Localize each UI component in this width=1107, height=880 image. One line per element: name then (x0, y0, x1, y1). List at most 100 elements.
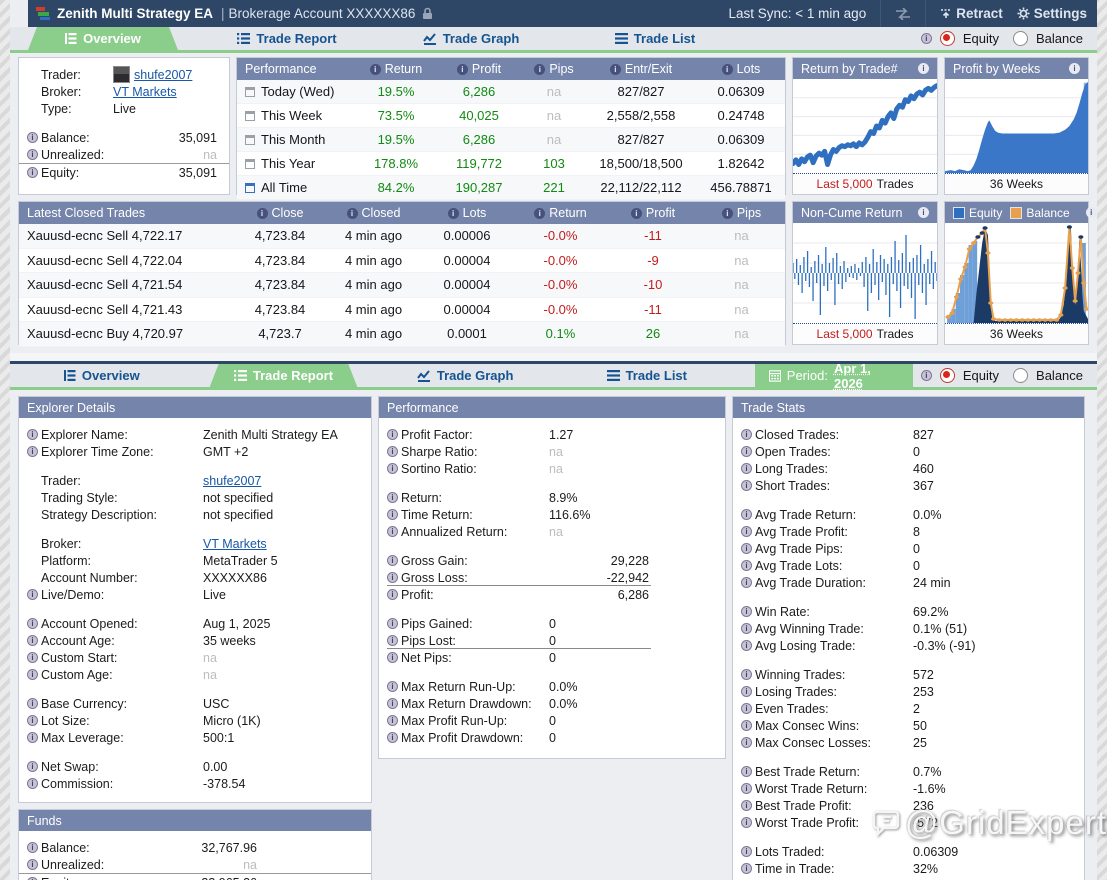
info-icon[interactable] (27, 859, 38, 870)
info-icon[interactable] (741, 863, 752, 874)
info-icon[interactable] (631, 208, 642, 219)
info-icon[interactable] (27, 698, 38, 709)
info-icon[interactable] (741, 577, 752, 588)
info-icon[interactable] (741, 526, 752, 537)
info-icon[interactable] (27, 761, 38, 772)
info-icon[interactable] (257, 208, 268, 219)
info-icon[interactable] (741, 766, 752, 777)
info-icon[interactable] (387, 572, 398, 583)
info-icon[interactable] (741, 686, 752, 697)
info-icon[interactable] (27, 429, 38, 440)
stat-row: Max Consec Losses: 25 (733, 734, 1084, 751)
info-icon[interactable] (387, 492, 398, 503)
non-cume-return-panel: Non-Cume Return Last 5,000Trades (792, 201, 938, 345)
info-icon[interactable] (918, 63, 929, 74)
info-icon[interactable] (741, 783, 752, 794)
info-icon[interactable] (27, 618, 38, 629)
info-icon[interactable] (741, 463, 752, 474)
info-icon[interactable] (27, 732, 38, 743)
info-icon[interactable] (387, 555, 398, 566)
info-icon[interactable] (741, 846, 752, 857)
table-row: This Month 19.5% 6,286 na 827/827 0.0630… (237, 128, 785, 152)
tab-trade-graph[interactable]: Trade Graph (396, 27, 546, 50)
info-icon[interactable] (918, 207, 929, 218)
info-icon[interactable] (1086, 207, 1097, 218)
info-icon[interactable] (27, 778, 38, 789)
tab-label: Overview (82, 368, 140, 383)
info-icon[interactable] (387, 698, 398, 709)
tab-trade-list[interactable]: Trade List (580, 27, 730, 50)
info-icon[interactable] (347, 208, 358, 219)
info-icon[interactable] (921, 370, 932, 381)
broker-label: Broker: (41, 85, 81, 99)
info-icon[interactable] (387, 618, 398, 629)
info-icon[interactable] (741, 720, 752, 731)
equity-radio[interactable] (940, 31, 955, 46)
period-value[interactable]: Apr 1, 2026 (834, 361, 899, 391)
info-icon[interactable] (741, 737, 752, 748)
sync-arrows-icon[interactable] (895, 8, 911, 20)
info-icon[interactable] (387, 509, 398, 520)
info-icon[interactable] (387, 429, 398, 440)
broker-link[interactable]: VT Markets (113, 85, 177, 99)
tab-trade-report[interactable]: Trade Report (212, 27, 362, 50)
retract-button[interactable]: Retract (940, 6, 1003, 21)
tab-trade-graph-2[interactable]: Trade Graph (391, 364, 539, 387)
trade-stats-panel: Trade Stats Closed Trades: 827 Open Trad… (732, 396, 1085, 880)
info-icon[interactable] (27, 589, 38, 600)
tab-overview-2[interactable]: Overview (28, 364, 176, 387)
tab-overview[interactable]: Overview (28, 27, 178, 50)
info-icon[interactable] (741, 817, 752, 828)
info-icon[interactable] (741, 606, 752, 617)
stat-value: na (549, 525, 563, 539)
balance-radio[interactable] (1013, 31, 1028, 46)
info-icon[interactable] (27, 167, 38, 178)
period-selector[interactable]: Period: Apr 1, 2026 (755, 364, 913, 387)
info-icon[interactable] (741, 509, 752, 520)
info-icon[interactable] (741, 560, 752, 571)
settings-button[interactable]: Settings (1017, 6, 1087, 21)
info-icon[interactable] (387, 681, 398, 692)
info-icon[interactable] (921, 33, 932, 44)
info-icon[interactable] (722, 64, 733, 75)
info-icon[interactable] (387, 635, 398, 646)
info-icon[interactable] (534, 208, 545, 219)
info-icon[interactable] (27, 446, 38, 457)
info-icon[interactable] (741, 703, 752, 714)
equity-radio-2[interactable] (940, 368, 955, 383)
info-icon[interactable] (1069, 63, 1080, 74)
info-icon[interactable] (610, 64, 621, 75)
info-icon[interactable] (741, 640, 752, 651)
info-icon[interactable] (27, 652, 38, 663)
info-icon[interactable] (27, 669, 38, 680)
info-icon[interactable] (27, 715, 38, 726)
tab-label: Trade Graph (437, 368, 514, 383)
tab-trade-report-2[interactable]: Trade Report (210, 364, 358, 387)
info-icon[interactable] (741, 669, 752, 680)
info-icon[interactable] (534, 64, 545, 75)
info-icon[interactable] (27, 842, 38, 853)
info-icon[interactable] (387, 463, 398, 474)
info-icon[interactable] (387, 446, 398, 457)
info-icon[interactable] (387, 589, 398, 600)
info-icon[interactable] (741, 446, 752, 457)
balance-radio-2[interactable] (1013, 368, 1028, 383)
info-icon[interactable] (448, 208, 459, 219)
info-icon[interactable] (387, 526, 398, 537)
info-icon[interactable] (370, 64, 381, 75)
info-icon[interactable] (741, 543, 752, 554)
info-icon[interactable] (27, 149, 38, 160)
info-icon[interactable] (387, 732, 398, 743)
info-icon[interactable] (387, 715, 398, 726)
info-icon[interactable] (27, 635, 38, 646)
info-icon[interactable] (741, 480, 752, 491)
info-icon[interactable] (741, 623, 752, 634)
info-icon[interactable] (387, 652, 398, 663)
info-icon[interactable] (722, 208, 733, 219)
info-icon[interactable] (741, 429, 752, 440)
info-icon[interactable] (457, 64, 468, 75)
tab-trade-list-2[interactable]: Trade List (573, 364, 721, 387)
info-icon[interactable] (741, 800, 752, 811)
info-icon[interactable] (27, 132, 38, 143)
trader-link[interactable]: shufe2007 (134, 68, 192, 82)
